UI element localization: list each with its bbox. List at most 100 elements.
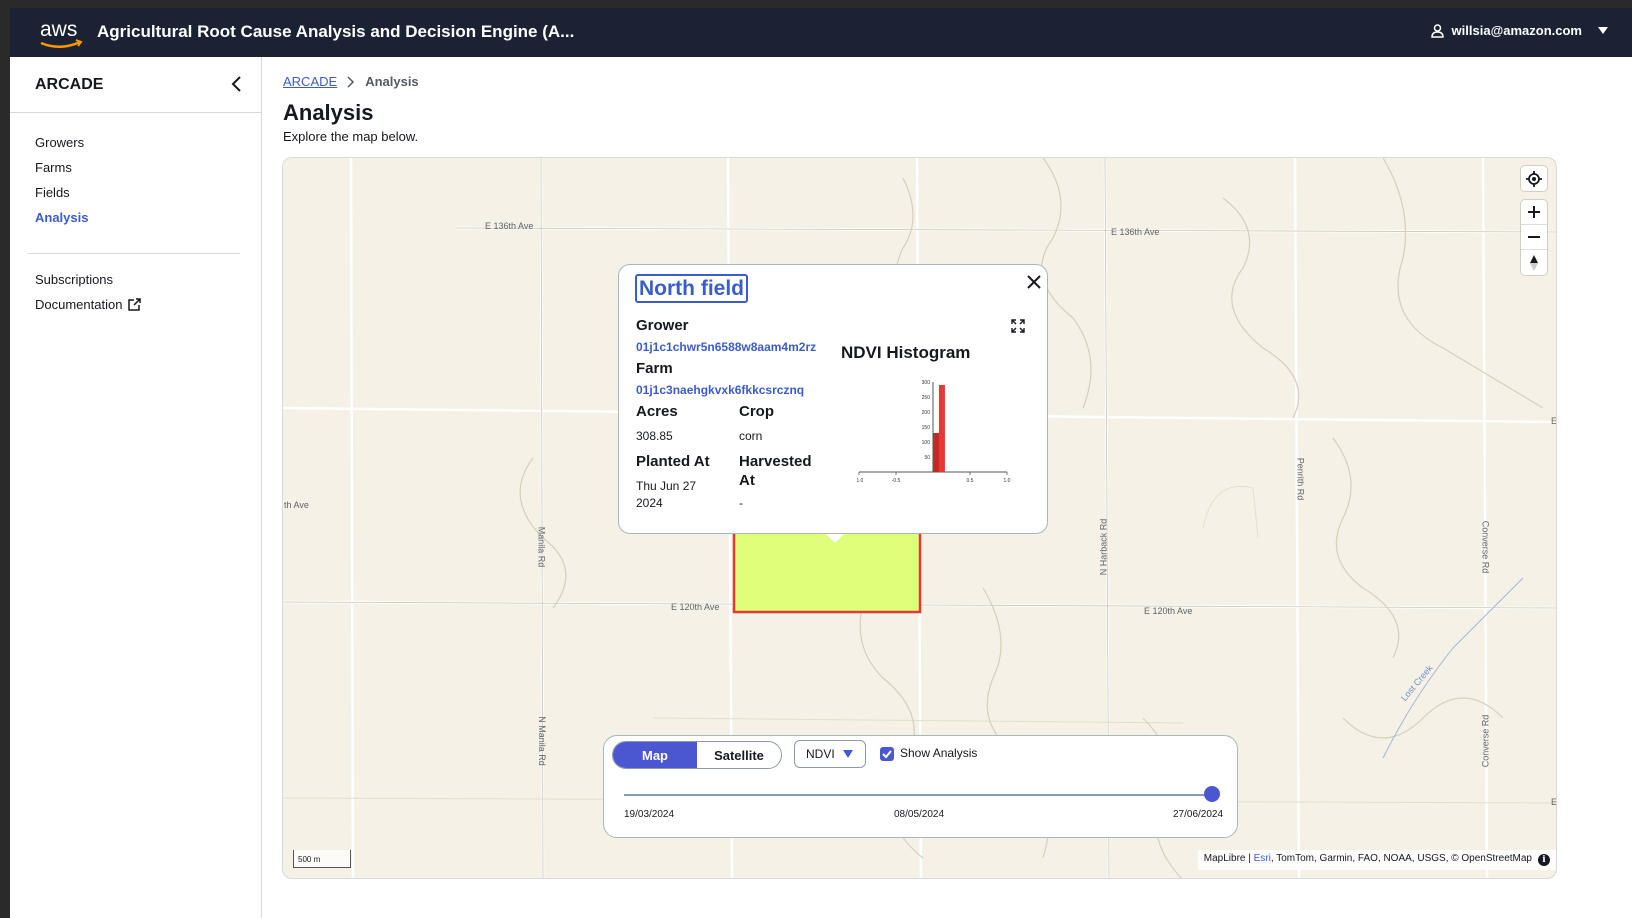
breadcrumb-link-arcade[interactable]: ARCADE <box>283 74 337 89</box>
zoom-control <box>1521 200 1547 275</box>
acres-value: 308.85 <box>636 429 673 443</box>
side-nav-header: ARCADE <box>10 57 261 113</box>
road-label: Converse Rd <box>1480 714 1491 768</box>
svg-text:aws: aws <box>40 18 77 41</box>
popup-pointer <box>826 534 844 543</box>
side-navigation: ARCADE Growers Farms Fields Analysis Sub… <box>10 57 262 918</box>
layer-select[interactable]: NDVI <box>794 740 866 768</box>
road-label: N Harback Rd <box>1098 518 1109 576</box>
show-analysis-checkbox[interactable] <box>880 747 894 761</box>
road-label: Penrith Rd <box>1295 457 1306 501</box>
nav-item-analysis[interactable]: Analysis <box>35 209 88 234</box>
esri-link[interactable]: Esri <box>1254 853 1271 864</box>
ndvi-histogram-chart: 50 100 150 200 250 300 -1.0 -0.5 0.5 1.0 <box>857 380 1011 484</box>
road-label: N Manila Rd <box>536 716 547 766</box>
histogram-y-tick-label: 300 <box>922 380 931 386</box>
nav-item-documentation[interactable]: Documentation <box>35 292 142 317</box>
histogram-y-tick-label: 250 <box>922 395 931 401</box>
road-label: E 136th Ave <box>1111 227 1160 237</box>
histogram-x-tick-label: -1.0 <box>857 478 864 484</box>
map-attribution: MapLibre | Esri, TomTom, Garmin, FAO, NO… <box>1197 850 1556 870</box>
compass-icon <box>1530 254 1538 271</box>
caret-down-icon <box>1598 26 1608 34</box>
planted-at-value-line1: Thu Jun 27 <box>636 479 697 493</box>
breadcrumb-current: Analysis <box>365 74 419 89</box>
farm-id-link[interactable]: 01j1c3naehgkvxk6fkkcsrcznq <box>636 383 804 397</box>
nav-item-fields[interactable]: Fields <box>35 184 88 209</box>
layer-select-value: NDVI <box>806 747 835 761</box>
road-label: Manila Rd <box>536 526 547 568</box>
date-slider-track[interactable] <box>624 794 1214 796</box>
road-label: E 120th Ave <box>1144 606 1193 616</box>
crop-label: Crop <box>739 403 774 420</box>
date-slider-end-label: 27/06/2024 <box>1173 809 1224 820</box>
aws-logo: aws <box>40 18 83 48</box>
planted-at-value-line2: 2024 <box>636 496 663 510</box>
app-title: Agricultural Root Cause Analysis and Dec… <box>97 22 575 41</box>
nav-item-farms[interactable]: Farms <box>35 159 88 184</box>
histogram-y-tick-label: 50 <box>924 455 930 461</box>
field-popup: North field Grower 01j1c1chwr5n6588w8aam… <box>618 264 1048 534</box>
crosshair-icon <box>1526 170 1542 187</box>
primary-nav: Growers Farms Fields Analysis <box>35 134 88 234</box>
chevron-right-icon <box>347 75 355 88</box>
date-slider-thumb[interactable] <box>1204 786 1220 802</box>
breadcrumb: ARCADE Analysis <box>283 74 419 89</box>
acres-label: Acres <box>636 403 678 420</box>
histogram-bar <box>938 385 945 472</box>
nav-item-growers[interactable]: Growers <box>35 134 88 159</box>
zoom-out-button[interactable] <box>1521 225 1547 250</box>
histogram-bar <box>933 433 939 472</box>
date-slider-start-label: 19/03/2024 <box>624 809 675 820</box>
road-label: th Ave <box>284 500 309 510</box>
histogram-x-tick-label: 0.5 <box>967 478 974 484</box>
side-nav-title: ARCADE <box>35 76 104 93</box>
info-icon[interactable]: i <box>1538 854 1550 866</box>
histogram-y-tick-label: 200 <box>922 410 931 416</box>
field-name-link[interactable]: North field <box>635 274 748 303</box>
geolocate-control <box>1521 166 1547 191</box>
map-control-panel: Map Satellite NDVI Show Analysis 19/03/2… <box>603 735 1238 838</box>
caret-down-icon <box>842 750 853 758</box>
user-menu[interactable]: willsia@amazon.com <box>1430 23 1608 38</box>
show-analysis-label: Show Analysis <box>900 746 978 760</box>
map-view-button[interactable]: Map <box>613 742 697 768</box>
farm-label: Farm <box>636 360 673 377</box>
road-label: E 120th Ave <box>671 602 720 612</box>
map-view[interactable]: E 136th Ave E 136th Ave th Ave Manila Rd… <box>282 157 1557 879</box>
checkmark-icon <box>882 750 892 759</box>
harvested-at-label-line2: At <box>739 472 755 489</box>
satellite-view-button[interactable]: Satellite <box>697 742 781 768</box>
app-window: aws Agricultural Root Cause Analysis and… <box>10 8 1632 918</box>
close-icon[interactable] <box>1025 273 1043 291</box>
page-title: Analysis <box>283 100 374 125</box>
ndvi-histogram-title: NDVI Histogram <box>841 343 971 362</box>
collapse-sidebar-icon[interactable] <box>228 74 248 94</box>
page-description: Explore the map below. <box>283 129 419 144</box>
planted-at-label: Planted At <box>636 453 710 470</box>
grower-label: Grower <box>636 317 689 334</box>
compass-button[interactable] <box>1521 250 1547 275</box>
date-slider-mid-label: 08/05/2024 <box>894 809 945 820</box>
attribution-rest: , TomTom, Garmin, FAO, NOAA, USGS, © Ope… <box>1270 853 1532 864</box>
nav-item-label: Subscriptions <box>35 272 114 287</box>
expand-icon[interactable] <box>1011 319 1025 333</box>
top-navigation: aws Agricultural Root Cause Analysis and… <box>10 8 1632 57</box>
plus-icon <box>1528 206 1540 218</box>
histogram-y-tick-label: 100 <box>922 440 931 446</box>
external-link-icon <box>128 298 142 311</box>
zoom-in-button[interactable] <box>1521 200 1547 225</box>
harvested-at-label-line1: Harvested <box>739 453 812 470</box>
grower-id-link[interactable]: 01j1c1chwr5n6588w8aam4m2rz <box>636 340 816 354</box>
harvested-at-value: - <box>739 496 743 510</box>
user-icon <box>1430 23 1444 38</box>
road-label: E 136th Ave <box>485 221 534 231</box>
crop-value: corn <box>739 429 763 443</box>
nav-item-label: Documentation <box>35 297 123 312</box>
nav-item-subscriptions[interactable]: Subscriptions <box>35 267 141 292</box>
road-label: Converse Rd <box>1480 520 1491 574</box>
minus-icon <box>1528 236 1540 238</box>
road-label: E <box>1551 797 1557 807</box>
attribution-prefix: MapLibre | <box>1203 853 1254 864</box>
geolocate-button[interactable] <box>1521 166 1547 191</box>
